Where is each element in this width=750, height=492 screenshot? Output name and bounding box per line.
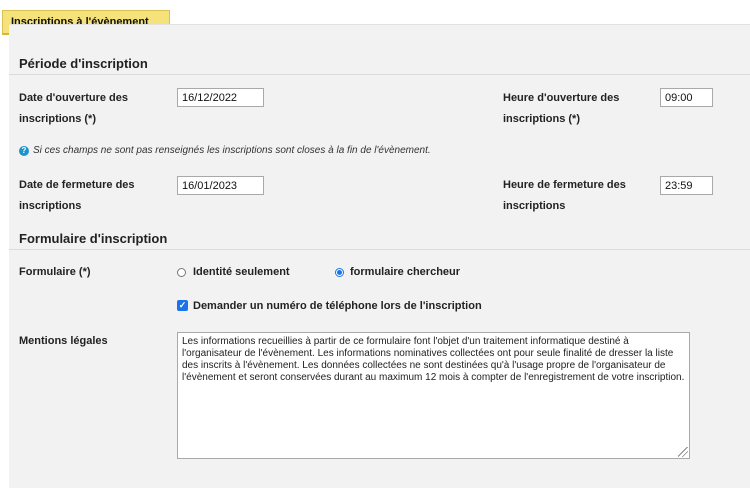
telephone-checkbox[interactable]: ✓	[177, 300, 188, 311]
formulaire-label: Formulaire (*)	[19, 266, 91, 278]
mentions-textarea[interactable]: Les informations recueillies à partir de…	[177, 332, 690, 459]
fermeture-date-input[interactable]	[177, 176, 264, 195]
radio-chercheur[interactable]	[335, 268, 344, 277]
option-identite-label[interactable]: Identité seulement	[193, 265, 290, 279]
section-divider	[9, 74, 750, 75]
section-title-periode: Période d'inscription	[19, 56, 148, 71]
info-note: ? Si ces champs ne sont pas renseignés l…	[19, 145, 431, 156]
section-title-formulaire: Formulaire d'inscription	[19, 231, 168, 246]
fermeture-heure-input[interactable]	[660, 176, 713, 195]
ouverture-date-input[interactable]	[177, 88, 264, 107]
option-chercheur-label[interactable]: formulaire chercheur	[350, 265, 460, 279]
section-divider	[9, 249, 750, 250]
resize-grip-icon[interactable]	[678, 447, 688, 457]
info-text: Si ces champs ne sont pas renseignés les…	[33, 145, 431, 156]
fermeture-date-label: Date de fermeture des inscriptions	[19, 179, 135, 212]
ouverture-heure-label: Heure d'ouverture des inscriptions (*)	[503, 92, 620, 125]
telephone-label[interactable]: Demander un numéro de téléphone lors de …	[193, 299, 482, 313]
fermeture-heure-label: Heure de fermeture des inscriptions	[503, 179, 626, 212]
checkmark-icon: ✓	[178, 300, 187, 310]
mentions-text: Les informations recueillies à partir de…	[182, 336, 685, 383]
ouverture-heure-input[interactable]	[660, 88, 713, 107]
ouverture-date-label: Date d'ouverture des inscriptions (*)	[19, 92, 128, 125]
info-circle-icon: ?	[19, 145, 29, 156]
radio-identite[interactable]	[177, 268, 186, 277]
mentions-label: Mentions légales	[19, 335, 108, 347]
